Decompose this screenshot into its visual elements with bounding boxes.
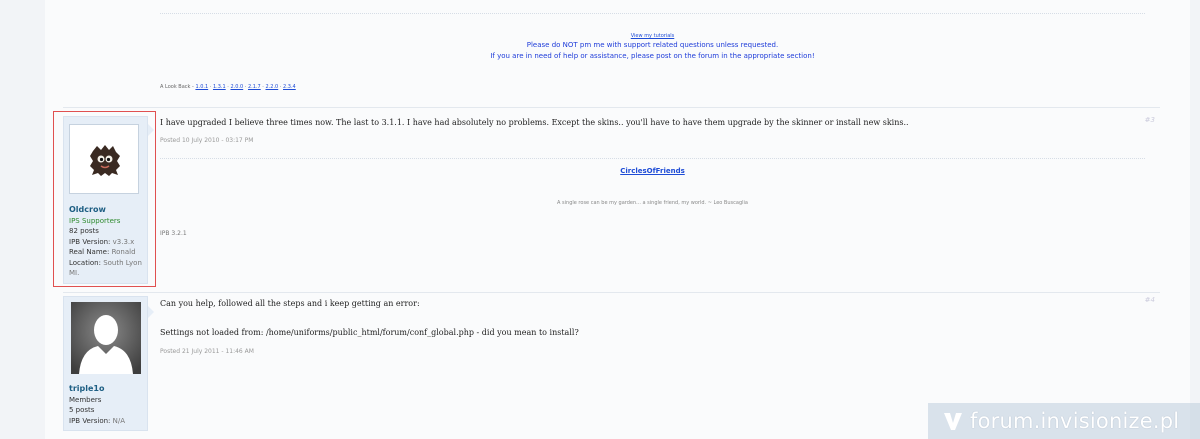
post-body-line-1: Can you help, followed all the steps and… [160, 299, 420, 308]
signature-link-wrap: CirclesOfFriends [160, 167, 1145, 175]
author-highlight-box [53, 111, 156, 287]
post-date: Posted 21 July 2011 - 11:46 AM [160, 348, 254, 355]
notice-line-2: If you are in need of help or assistance… [490, 52, 815, 60]
version-link[interactable]: 2.2.0 [266, 84, 279, 90]
post-body-line-2: Settings not loaded from: /home/uniforms… [160, 328, 579, 337]
support-notice: Please do NOT pm me with support related… [160, 40, 1145, 62]
author-arrow [148, 306, 154, 318]
view-tutorials-link[interactable]: View my tutorials [631, 33, 675, 39]
signature-divider [160, 158, 1145, 159]
watermark: forum.invisionize.pl [928, 403, 1200, 439]
author-info: triple1o Members 5 posts IPB Version: N/… [69, 384, 125, 426]
post-number[interactable]: #4 [1145, 296, 1155, 304]
signature-link[interactable]: CirclesOfFriends [620, 167, 685, 175]
post-body: I have upgraded I believe three times no… [160, 118, 909, 127]
signature-divider [160, 13, 1145, 14]
author-name[interactable]: triple1o [69, 384, 125, 395]
version-link[interactable]: 1.0.1 [195, 84, 208, 90]
post-divider [63, 292, 1160, 293]
invisionize-logo-icon [944, 413, 962, 430]
previous-post-signature: View my tutorials [160, 22, 1145, 41]
look-back-versions: A Look Back - 1.0.1 · 1.3.1 · 2.0.0 · 2.… [160, 84, 296, 90]
author-ipb-version: IPB Version: N/A [69, 416, 126, 425]
signature-quote: A single rose can be my garden... a sing… [557, 200, 748, 206]
author-post-count: 5 posts [69, 406, 95, 414]
version-link[interactable]: 2.1.7 [248, 84, 261, 90]
notice-line-1: Please do NOT pm me with support related… [526, 41, 779, 49]
watermark-text: forum.invisionize.pl [970, 409, 1180, 433]
post-divider [63, 107, 1160, 108]
author-group: Members [69, 395, 102, 404]
version-link[interactable]: 2.0.0 [230, 84, 243, 90]
version-link[interactable]: 1.3.1 [213, 84, 226, 90]
post-date: Posted 10 July 2010 - 03:17 PM [160, 137, 254, 144]
default-user-avatar-icon [71, 302, 141, 374]
version-link[interactable]: 2.3.4 [283, 84, 296, 90]
forum-post: Oldcrow IPS Supporters 82 posts IPB Vers… [63, 114, 1160, 289]
avatar[interactable] [71, 302, 141, 374]
signature-version: IPB 3.2.1 [160, 230, 187, 237]
look-back-label: A Look Back - [160, 84, 194, 90]
author-panel: triple1o Members 5 posts IPB Version: N/… [63, 296, 148, 431]
